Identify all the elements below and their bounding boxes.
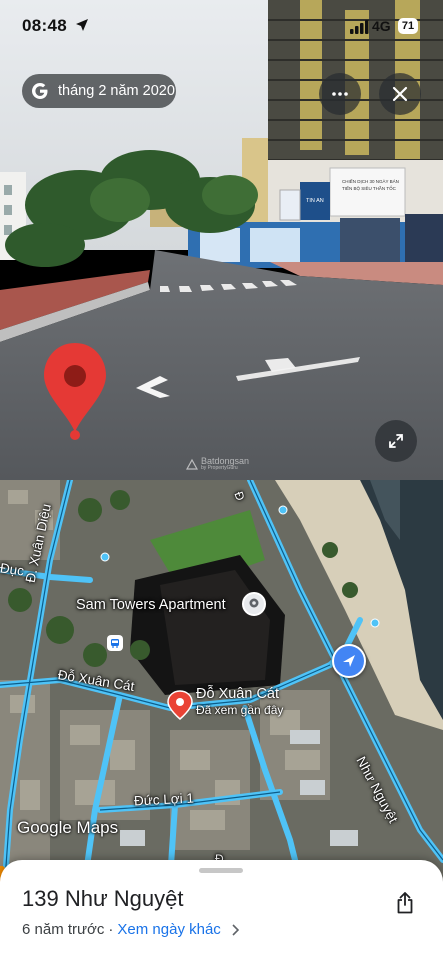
place-address-title: 139 Như Nguyệt	[22, 886, 184, 911]
cellular-signal-icon	[350, 20, 369, 34]
see-other-dates-link[interactable]: Xem ngày khác	[117, 921, 220, 938]
more-options-button[interactable]	[319, 73, 361, 115]
bus-icon	[111, 639, 119, 648]
share-button[interactable]	[388, 886, 422, 920]
capture-date-label: tháng 2 năm 2020	[58, 83, 175, 99]
expand-icon	[389, 434, 403, 448]
recent-place-pin-icon[interactable]	[167, 690, 193, 720]
separator-dot: ·	[108, 921, 114, 938]
status-bar: 08:48 4G 71	[0, 0, 443, 54]
direction-arrow-icon	[343, 655, 355, 667]
recent-place-label[interactable]: Đỗ Xuân Cát Đã xem gần đây	[196, 686, 283, 717]
poi-marker[interactable]	[242, 592, 266, 616]
street-label-duc: Đục	[0, 560, 25, 579]
google-maps-logo: Google Maps	[17, 818, 119, 837]
place-pin-icon	[249, 598, 259, 608]
street-label-duc-loi: Đức Lợi 1	[133, 790, 195, 809]
sheet-drag-handle[interactable]	[199, 868, 243, 873]
location-arrow-icon	[76, 19, 88, 31]
imagery-age-row: 6 năm trước · Xem ngày khác	[22, 921, 239, 938]
imagery-age: 6 năm trước	[22, 921, 105, 938]
billboard-brand: TIN AN	[306, 198, 324, 204]
share-icon	[397, 892, 413, 914]
more-dots-icon	[332, 92, 348, 96]
place-bottom-sheet[interactable]: 139 Như Nguyệt 6 năm trước · Xem ngày kh…	[0, 860, 443, 960]
billboard-line-1: CHIẾN DỊCH 30 NGÀY BÁN	[342, 178, 399, 184]
chevron-right-icon[interactable]	[231, 923, 239, 936]
close-button[interactable]	[379, 73, 421, 115]
recent-place-title: Đỗ Xuân Cát	[196, 686, 280, 702]
billboard-line-2: TIẾN BỘ SIÊU THẦN TỐC	[342, 184, 397, 191]
poi-label-sam-towers[interactable]: Sam Towers Apartment	[76, 597, 226, 613]
google-g-icon	[32, 83, 48, 99]
recent-place-subtitle: Đã xem gần đây	[196, 703, 284, 717]
street-view-image[interactable]: CHIẾN DỊCH 30 NGÀY BÁN TIẾN BỘ SIÊU THẦN…	[0, 0, 443, 480]
street-view-panorama[interactable]: CHIẾN DỊCH 30 NGÀY BÁN TIẾN BỘ SIÊU THẦN…	[0, 0, 443, 480]
watermark-logo-icon	[186, 458, 198, 470]
close-icon	[392, 86, 408, 102]
watermark: Batdongsan by PropertyGuru	[186, 456, 249, 471]
network-type: 4G	[372, 18, 391, 34]
capture-date-pill[interactable]: tháng 2 năm 2020	[22, 74, 176, 108]
fullscreen-button[interactable]	[375, 420, 417, 462]
status-time: 08:48	[22, 16, 67, 35]
battery-indicator: 71	[398, 18, 418, 34]
current-view-direction-marker[interactable]	[332, 644, 366, 678]
bus-stop-marker[interactable]	[107, 635, 123, 651]
